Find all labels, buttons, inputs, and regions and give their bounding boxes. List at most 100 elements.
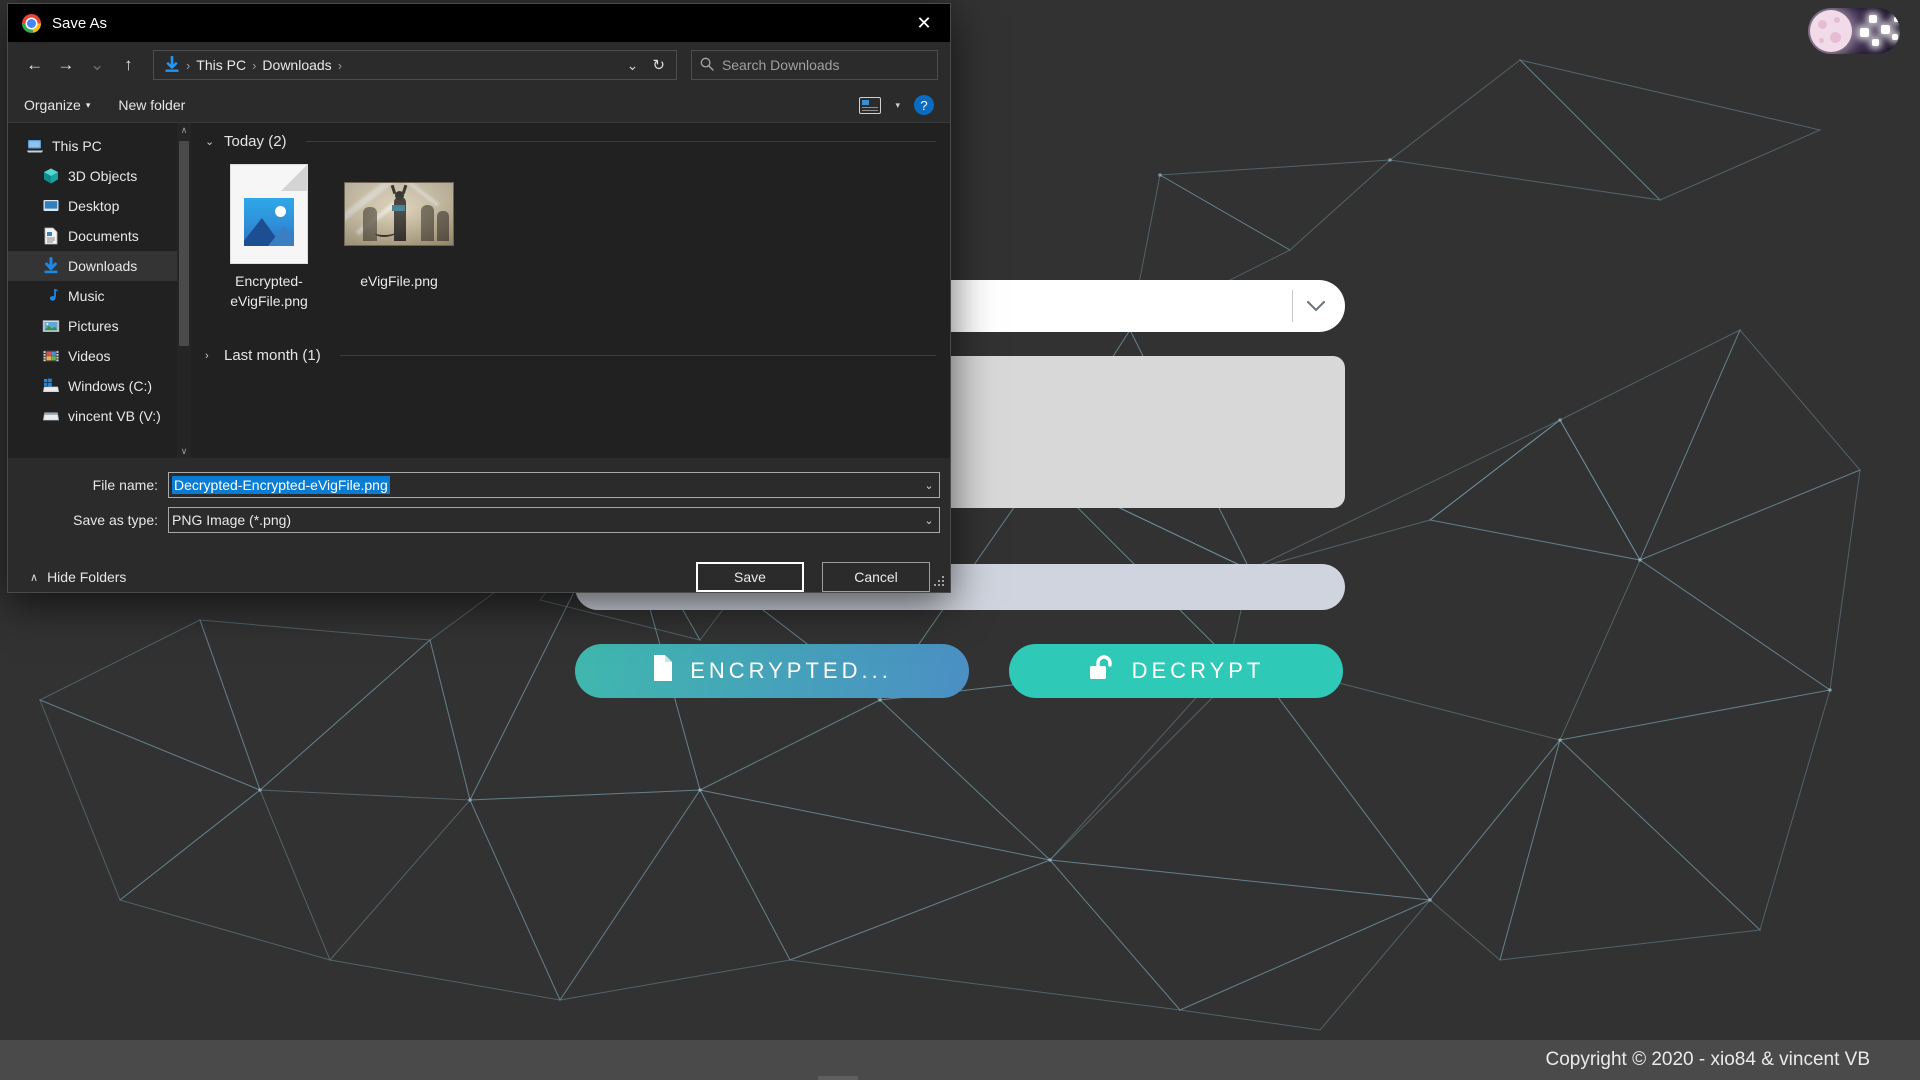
search-placeholder: Search Downloads bbox=[722, 57, 840, 73]
organize-button[interactable]: Organize ▾ bbox=[24, 97, 90, 113]
caret-down-icon: ▾ bbox=[86, 100, 91, 111]
dialog-actions: ∧ Hide Folders Save Cancel bbox=[8, 540, 950, 592]
tree-item-vincent-vb[interactable]: vincent VB (V:) bbox=[8, 401, 191, 431]
group-label: Today (2) bbox=[224, 133, 287, 150]
file-type-row: Save as type: PNG Image (*.png) ⌄ bbox=[8, 505, 950, 535]
recent-locations-button[interactable]: ⌄ bbox=[82, 50, 111, 80]
list-item[interactable]: Encrypted-eVigFile.png bbox=[213, 164, 325, 311]
file-icon bbox=[652, 655, 672, 687]
file-type-select[interactable]: PNG Image (*.png) ⌄ bbox=[168, 507, 940, 533]
star-icon bbox=[1869, 15, 1877, 23]
new-folder-button[interactable]: New folder bbox=[118, 97, 185, 113]
action-button-row: ENCRYPTED... DECRYPT bbox=[575, 644, 1345, 698]
tree-item-label: Documents bbox=[68, 228, 139, 244]
tree-item-label: Music bbox=[68, 288, 105, 304]
save-button[interactable]: Save bbox=[696, 562, 804, 592]
divider bbox=[306, 141, 936, 142]
decrypt-button[interactable]: DECRYPT bbox=[1009, 644, 1343, 698]
star-icon bbox=[1892, 34, 1898, 40]
file-name-label: Encrypted-eVigFile.png bbox=[213, 271, 325, 311]
view-layout-icon[interactable] bbox=[859, 97, 881, 114]
cancel-button[interactable]: Cancel bbox=[822, 562, 930, 592]
chevron-down-icon[interactable]: ⌄ bbox=[919, 508, 939, 532]
chrome-icon bbox=[22, 14, 41, 33]
tree-item-this-pc[interactable]: This PC bbox=[8, 131, 191, 161]
group-header-last-month[interactable]: › Last month (1) bbox=[191, 337, 950, 364]
breadcrumb-item-downloads[interactable]: Downloads bbox=[257, 57, 336, 73]
tree-item-pictures[interactable]: Pictures bbox=[8, 311, 191, 341]
tree-item-documents[interactable]: Documents bbox=[8, 221, 191, 251]
up-button[interactable]: ↑ bbox=[114, 50, 143, 80]
downloads-icon bbox=[163, 56, 181, 74]
star-icon bbox=[1881, 25, 1890, 34]
help-icon[interactable]: ? bbox=[914, 95, 934, 115]
group-label: Last month (1) bbox=[224, 347, 321, 364]
command-bar: Organize ▾ New folder ▾ ? bbox=[8, 88, 950, 122]
tree-item-label: Videos bbox=[68, 348, 111, 364]
copyright-text: Copyright © 2020 - xio84 & vincent VB bbox=[1545, 1049, 1870, 1071]
tree-item-downloads[interactable]: Downloads bbox=[8, 251, 191, 281]
star-icon bbox=[1872, 39, 1879, 46]
file-thumbnail bbox=[231, 164, 307, 264]
hide-folders-toggle[interactable]: ∧ Hide Folders bbox=[30, 569, 126, 585]
caret-down-icon[interactable]: ▾ bbox=[895, 100, 900, 111]
organize-label: Organize bbox=[24, 97, 81, 113]
new-folder-label: New folder bbox=[118, 97, 185, 113]
windows-drive-icon bbox=[42, 377, 60, 395]
tree-item-desktop[interactable]: Desktop bbox=[8, 191, 191, 221]
file-name-label: File name: bbox=[8, 477, 168, 493]
breadcrumb-item-this-pc[interactable]: This PC bbox=[191, 57, 251, 73]
star-icon bbox=[1894, 17, 1899, 22]
command-bar-right: ▾ ? bbox=[859, 95, 934, 115]
music-icon bbox=[42, 287, 60, 305]
back-button[interactable]: ← bbox=[20, 50, 49, 80]
scroll-down-icon[interactable]: ∨ bbox=[177, 444, 191, 458]
videos-icon bbox=[42, 347, 60, 365]
scroll-up-icon[interactable]: ∧ bbox=[177, 123, 191, 137]
tree-item-label: 3D Objects bbox=[68, 168, 137, 184]
png-placeholder-icon bbox=[231, 165, 307, 263]
file-name-row: File name: Decrypted-Encrypted-eVigFile.… bbox=[8, 470, 950, 500]
chevron-up-icon: ∧ bbox=[30, 571, 38, 584]
tree-item-music[interactable]: Music bbox=[8, 281, 191, 311]
divider bbox=[340, 355, 936, 356]
forward-button[interactable]: → bbox=[51, 50, 80, 80]
close-icon[interactable]: ✕ bbox=[898, 4, 950, 42]
search-icon bbox=[700, 57, 714, 74]
tree-item-3d-objects[interactable]: 3D Objects bbox=[8, 161, 191, 191]
chevron-right-icon[interactable]: › bbox=[205, 350, 215, 362]
desktop-icon bbox=[42, 197, 60, 215]
scrollbar-thumb[interactable] bbox=[179, 141, 189, 346]
unlock-icon bbox=[1088, 655, 1114, 687]
breadcrumb[interactable]: › This PC › Downloads › ⌄ ↻ bbox=[153, 50, 677, 80]
save-as-dialog: Save As ✕ ← → ⌄ ↑ › This PC › Downloads … bbox=[7, 3, 951, 593]
file-name-input[interactable]: Decrypted-Encrypted-eVigFile.png ⌄ bbox=[168, 472, 940, 498]
dialog-body: This PC 3D Objects bbox=[8, 122, 950, 458]
documents-icon bbox=[42, 227, 60, 245]
chevron-down-icon[interactable] bbox=[1301, 280, 1331, 332]
tree-item-label: Windows (C:) bbox=[68, 378, 152, 394]
tree-item-videos[interactable]: Videos bbox=[8, 341, 191, 371]
star-icon bbox=[1860, 28, 1869, 37]
chevron-down-icon[interactable]: ⌄ bbox=[620, 57, 646, 74]
resize-handle[interactable] bbox=[934, 576, 946, 588]
tree-item-label: Downloads bbox=[68, 258, 137, 274]
file-tiles: Encrypted-eVigFile.png bbox=[191, 150, 950, 311]
file-list: ⌄ Today (2) Encrypted-eVigFile.png bbox=[191, 123, 950, 458]
breadcrumb-separator: › bbox=[337, 58, 343, 73]
tree-scrollbar[interactable]: ∧ ∨ bbox=[177, 123, 191, 458]
file-name-label: eVigFile.png bbox=[360, 271, 438, 291]
divider bbox=[1292, 290, 1293, 322]
refresh-icon[interactable]: ↻ bbox=[645, 56, 672, 74]
file-type-value: PNG Image (*.png) bbox=[172, 512, 291, 528]
list-item[interactable]: eVigFile.png bbox=[343, 164, 455, 311]
navigation-tree: This PC 3D Objects bbox=[8, 123, 191, 458]
chevron-down-icon[interactable]: ⌄ bbox=[919, 473, 939, 497]
tree-item-windows-c[interactable]: Windows (C:) bbox=[8, 371, 191, 401]
encrypt-button[interactable]: ENCRYPTED... bbox=[575, 644, 969, 698]
chevron-down-icon[interactable]: ⌄ bbox=[205, 135, 215, 148]
search-input[interactable]: Search Downloads bbox=[691, 50, 938, 80]
tree-item-label: Pictures bbox=[68, 318, 119, 334]
group-header-today[interactable]: ⌄ Today (2) bbox=[191, 123, 950, 150]
dark-mode-toggle[interactable] bbox=[1808, 8, 1900, 54]
